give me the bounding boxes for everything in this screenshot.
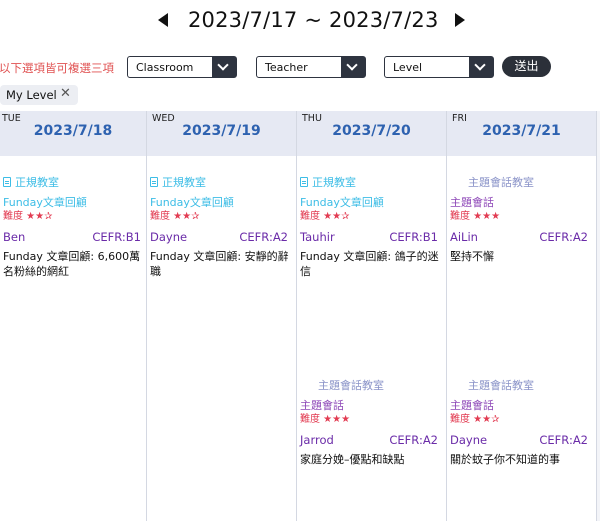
class-card[interactable]: 正規教室 Funday文章回顧 難度 ★★✰ Ben CEFR:B1 Funda… (3, 174, 145, 284)
classroom-label: 主題會話教室 (318, 379, 384, 392)
classroom-select[interactable]: Classroom (127, 56, 237, 78)
filter-hint: 以下選項皆可複選三項 (0, 61, 114, 75)
difficulty-rating: 難度 ★★✰ (150, 211, 200, 222)
chevron-down-icon (212, 57, 236, 77)
difficulty-rating: 難度 ★★✰ (450, 414, 500, 425)
difficulty-rating: 難度 ★★★ (300, 414, 351, 425)
week-navigation: 2023/7/17 ~ 2023/7/23 (0, 8, 600, 34)
chevron-down-icon (469, 57, 493, 77)
submit-button[interactable]: 送出 (502, 56, 551, 77)
class-title: 堅持不懈 (450, 250, 494, 263)
day-column-thu: THU 2023/7/20 正規教室 Funday文章回顧 難度 ★★✰ Tau… (297, 111, 447, 521)
classroom-label: 正規教室 (3, 174, 59, 190)
day-column-fri: FRI 2023/7/21 主題會話教室 主題會話 難度 ★★★ AiLin C… (447, 111, 597, 521)
teacher-name: Tauhir (300, 230, 335, 244)
difficulty-rating: 難度 ★★✰ (3, 211, 53, 222)
triangle-left-icon[interactable] (158, 13, 168, 27)
day-date: 2023/7/20 (332, 123, 411, 139)
class-title: Funday 文章回顧: 鴿子的迷信 (300, 250, 439, 278)
teacher-select[interactable]: Teacher (256, 56, 366, 78)
cefr-level: CEFR:B1 (389, 230, 438, 244)
document-icon (300, 177, 308, 187)
classroom-label: 正規教室 (150, 174, 206, 190)
class-title: Funday 文章回顧: 6,600萬名粉絲的網紅 (3, 250, 141, 278)
classroom-label: 主題會話教室 (468, 379, 534, 392)
cefr-level: CEFR:A2 (389, 433, 438, 447)
close-icon[interactable]: ✕ (60, 86, 71, 101)
class-card[interactable]: 正規教室 Funday文章回顧 難度 ★★✰ Tauhir CEFR:B1 Fu… (300, 174, 442, 284)
filter-chip-my-level: My Level ✕ (0, 85, 78, 105)
document-icon (3, 177, 11, 187)
cefr-level: CEFR:A2 (539, 230, 588, 244)
class-title: 家庭分娩–優點和缺點 (300, 453, 405, 466)
difficulty-rating: 難度 ★★✰ (300, 211, 350, 222)
cefr-level: CEFR:A2 (539, 433, 588, 447)
day-date: 2023/7/19 (182, 123, 261, 139)
classroom-select-value: Classroom (136, 61, 194, 74)
class-card[interactable]: 主題會話教室 主題會話 難度 ★★★ Jarrod CEFR:A2 家庭分娩–優… (300, 377, 442, 487)
cefr-level: CEFR:B1 (92, 230, 141, 244)
teacher-name: Ben (3, 230, 26, 244)
teacher-name: Dayne (450, 433, 488, 447)
difficulty-rating: 難度 ★★★ (450, 211, 501, 222)
classroom-label: 主題會話教室 (468, 176, 534, 189)
class-card[interactable]: 主題會話教室 主題會話 難度 ★★★ AiLin CEFR:A2 堅持不懈 (450, 174, 592, 284)
day-date: 2023/7/18 (33, 123, 113, 139)
class-card[interactable]: 主題會話教室 主題會話 難度 ★★✰ Dayne CEFR:A2 關於蚊子你不知… (450, 377, 592, 487)
class-title: Funday 文章回顧: 安靜的辭職 (150, 250, 289, 278)
level-select-value: Level (393, 61, 423, 74)
day-column-wed: WED 2023/7/19 正規教室 Funday文章回顧 難度 ★★✰ Day… (147, 111, 297, 521)
teacher-name: Dayne (150, 230, 188, 244)
teacher-select-value: Teacher (265, 61, 308, 74)
cefr-level: CEFR:A2 (239, 230, 288, 244)
level-select[interactable]: Level (384, 56, 494, 78)
document-icon (150, 177, 158, 187)
classroom-label: 正規教室 (300, 174, 356, 190)
week-range-title: 2023/7/17 ~ 2023/7/23 (188, 8, 439, 32)
week-calendar: TUE 2023/7/18 正規教室 Funday文章回顧 難度 ★★✰ Ben… (0, 111, 600, 521)
class-title: 關於蚊子你不知道的事 (450, 453, 560, 466)
teacher-name: AiLin (450, 230, 478, 244)
day-column-tue: TUE 2023/7/18 正規教室 Funday文章回顧 難度 ★★✰ Ben… (0, 111, 147, 521)
chevron-down-icon (341, 57, 365, 77)
class-card[interactable]: 正規教室 Funday文章回顧 難度 ★★✰ Dayne CEFR:A2 Fun… (150, 174, 292, 284)
filter-bar: 以下選項皆可複選三項 Classroom Teacher Level 送出 (0, 56, 600, 80)
triangle-right-icon[interactable] (455, 13, 465, 27)
teacher-name: Jarrod (300, 433, 334, 447)
filter-chip-label: My Level (6, 88, 57, 102)
day-date: 2023/7/21 (482, 123, 561, 139)
